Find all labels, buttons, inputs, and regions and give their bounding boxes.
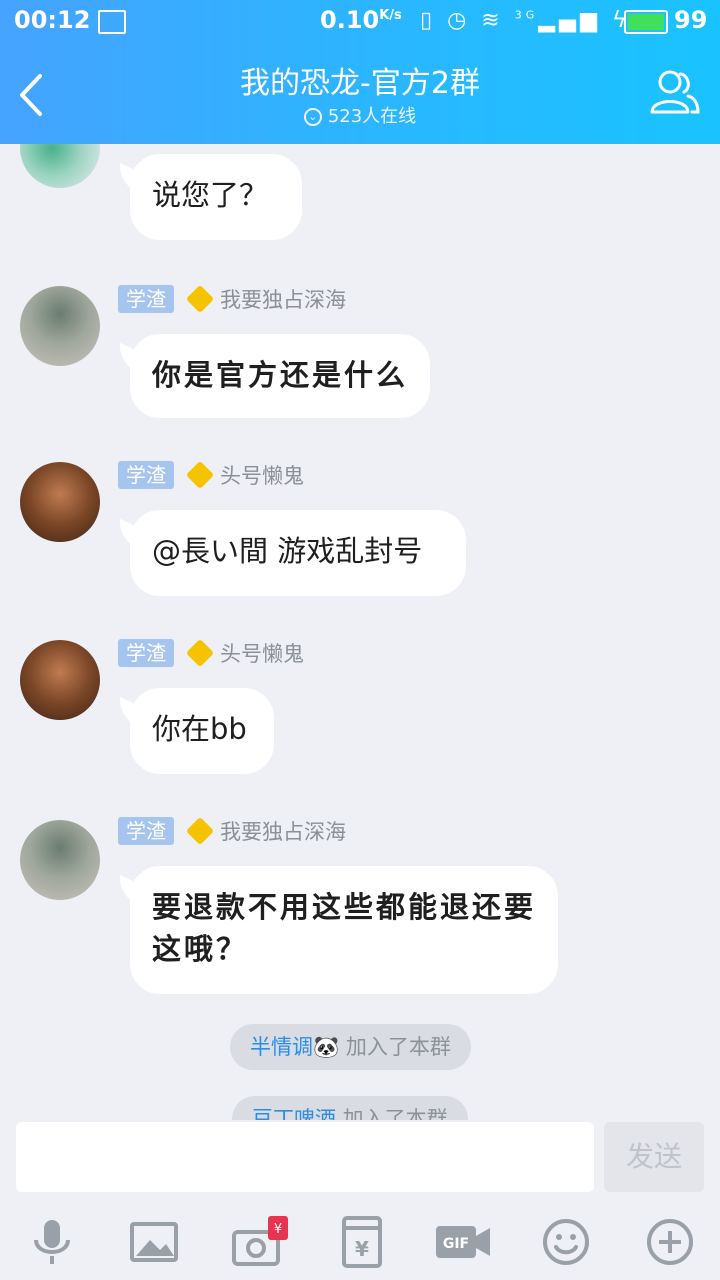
avatar[interactable] <box>20 462 100 542</box>
message-bubble[interactable]: 说您了？ <box>130 154 302 240</box>
sender-meta: 学渣 我要独占深海 <box>118 816 346 848</box>
sender-meta: 学渣 我要独占深海 <box>118 284 346 316</box>
members-button[interactable] <box>648 66 700 118</box>
red-packet-icon: ¥ <box>342 1216 382 1268</box>
image-button[interactable] <box>128 1216 180 1268</box>
status-time: 00:12 <box>14 6 91 34</box>
emoji-button[interactable] <box>540 1216 592 1268</box>
mic-icon <box>34 1220 70 1264</box>
svg-text:¥: ¥ <box>355 1237 369 1261</box>
people-icon <box>650 70 700 114</box>
avatar[interactable] <box>20 820 100 900</box>
sender-name[interactable]: 我要独占深海 <box>220 820 346 844</box>
member-title-badge: 学渣 <box>118 461 174 489</box>
member-title-badge: 学渣 <box>118 817 174 845</box>
camera-icon: ¥ <box>232 1216 288 1266</box>
sender-meta: 学渣 头号懒鬼 <box>118 638 304 670</box>
plus-icon <box>647 1219 693 1265</box>
send-button[interactable]: 发送 <box>604 1122 704 1192</box>
avatar[interactable] <box>20 640 100 720</box>
input-bar: 发送 <box>0 1120 720 1200</box>
sender-meta: 学渣 头号懒鬼 <box>118 460 304 492</box>
sender-name[interactable]: 头号懒鬼 <box>220 464 304 488</box>
more-button[interactable] <box>644 1216 696 1268</box>
image-icon <box>130 1222 178 1262</box>
diamond-icon <box>185 638 215 668</box>
svg-text:¥: ¥ <box>274 1222 282 1237</box>
sender-name[interactable]: 我要独占深海 <box>220 288 346 312</box>
message-bubble[interactable]: @長い間 游戏乱封号 <box>130 510 466 596</box>
chat-title[interactable]: 我的恐龙-官方2群 <box>0 58 720 102</box>
chevron-down-icon: ⌄ <box>303 108 322 126</box>
red-packet-button[interactable]: ¥ <box>336 1216 388 1268</box>
joined-user-name[interactable]: 豆丁啤酒 <box>252 1107 336 1120</box>
message-bubble[interactable]: 要退款不用这些都能退还要 这哦？ <box>130 866 558 994</box>
status-bar: 00:12 0.10K/s ▯ ◷ ≋ 3G▂▄▆ ϟ 99 <box>0 0 720 44</box>
member-title-badge: 学渣 <box>118 285 174 313</box>
gif-icon: GIF <box>436 1226 490 1258</box>
diamond-icon <box>185 816 215 846</box>
joined-user-name[interactable]: 半情调🐼 <box>250 1035 339 1059</box>
message-bubble[interactable]: 你在bb <box>130 688 274 774</box>
top-bar: 00:12 0.10K/s ▯ ◷ ≋ 3G▂▄▆ ϟ 99 我的恐龙-官方2群… <box>0 0 720 144</box>
gif-button[interactable]: GIF <box>434 1216 492 1268</box>
system-notice: 豆丁啤酒 加入了本群 <box>232 1096 468 1120</box>
emoji-icon <box>543 1219 589 1265</box>
avatar[interactable] <box>20 144 100 188</box>
battery-icon <box>624 10 668 34</box>
diamond-icon <box>185 284 215 314</box>
message-list[interactable]: 说您了？ 学渣 我要独占深海 你是官方还是什么 学渣 头号懒鬼 @長い間 游戏乱封号… <box>0 144 720 1120</box>
message-line: 这哦？ <box>152 932 249 966</box>
message-line: 要退款不用这些都能退还要 <box>152 890 537 924</box>
message-bubble[interactable]: 你是官方还是什么 <box>130 334 430 418</box>
system-notice: 半情调🐼 加入了本群 <box>230 1024 471 1070</box>
battery-percent: 99 <box>674 6 708 34</box>
net-speed: 0.10K/s <box>320 6 402 34</box>
avatar[interactable] <box>20 286 100 366</box>
svg-text:GIF: GIF <box>443 1236 469 1252</box>
online-count[interactable]: ⌄ 523人在线 <box>0 102 720 128</box>
sender-name[interactable]: 头号懒鬼 <box>220 642 304 666</box>
diamond-icon <box>185 460 215 490</box>
member-title-badge: 学渣 <box>118 639 174 667</box>
mic-button[interactable] <box>26 1216 78 1268</box>
signal-icons: ▯ ◷ ≋ 3G▂▄▆ ϟ <box>420 8 631 33</box>
message-input[interactable] <box>16 1122 594 1192</box>
input-toolbar: ¥ ¥ GIF <box>0 1200 720 1280</box>
image-notification-icon <box>98 10 126 34</box>
camera-button[interactable]: ¥ <box>232 1216 288 1268</box>
